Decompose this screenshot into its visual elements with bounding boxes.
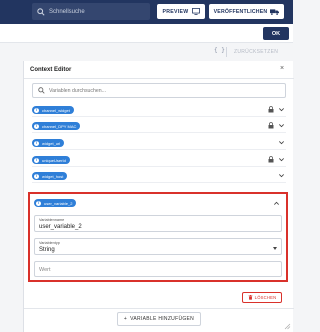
quick-search-input[interactable]: Schnellsuche: [32, 3, 150, 20]
top-navigation-bar: Schnellsuche PREVIEW VERÖFFENTLICHEN: [0, 0, 293, 24]
variable-name: uniqueUserId: [42, 157, 66, 163]
panel-header: Context Editor ×: [24, 61, 294, 79]
lock-icon: [268, 106, 274, 113]
text-type-icon: T: [34, 123, 39, 129]
monitor-icon: [191, 8, 200, 15]
text-type-icon: T: [34, 107, 39, 113]
preview-button[interactable]: PREVIEW: [157, 4, 205, 19]
text-type-icon: T: [34, 157, 39, 163]
delete-button[interactable]: LÖSCHEN: [242, 292, 282, 303]
variable-type-select[interactable]: Variablentyp String: [34, 238, 282, 255]
variable-chip: Twidget_url: [32, 139, 65, 147]
lock-icon: [268, 122, 274, 129]
variable-type-value: String: [39, 247, 55, 253]
variable-value-field[interactable]: Wert: [34, 261, 282, 277]
variable-name: channel_widget: [42, 107, 70, 113]
variable-chip: TuniqueUserId: [32, 156, 70, 164]
variable-search-input[interactable]: Variablen durchsuchen...: [32, 83, 286, 98]
add-variable-label: VARIABLE HINZUFÜGEN: [130, 316, 195, 322]
editor-toolbar: { } ZURÜCKSETZEN: [0, 43, 293, 61]
chevron-up-icon[interactable]: [273, 200, 280, 207]
variable-row[interactable]: TuniqueUserId: [32, 153, 286, 167]
confirm-bar: OK: [0, 24, 293, 43]
chevron-down-icon[interactable]: [278, 172, 285, 179]
variable-chip: Tchannel_widget: [32, 106, 74, 114]
variable-chip: Twidget_host: [32, 172, 68, 180]
text-type-icon: T: [34, 140, 39, 146]
close-icon[interactable]: ×: [280, 65, 284, 72]
publish-button[interactable]: VERÖFFENTLICHEN: [209, 4, 284, 19]
panel-divider: [24, 308, 294, 309]
quick-search-placeholder: Schnellsuche: [49, 8, 85, 15]
search-icon: [38, 87, 45, 94]
selected-variable-editor: Tuser_variable_2 Variablenname user_vari…: [28, 192, 288, 282]
chevron-down-icon[interactable]: [278, 122, 285, 129]
variable-name-value: user_variable_2: [39, 224, 82, 230]
preview-label: PREVIEW: [162, 8, 189, 15]
variable-row[interactable]: Tchannel_widget: [32, 103, 286, 117]
toolbar-divider: [226, 47, 227, 57]
plus-icon: +: [123, 316, 128, 322]
chevron-down-icon[interactable]: [278, 106, 285, 113]
variable-row[interactable]: Tchannel_DPY MAC: [32, 119, 286, 133]
variable-value-placeholder: Wert: [39, 267, 51, 273]
add-variable-button[interactable]: + VARIABLE HINZUFÜGEN: [117, 312, 201, 326]
resize-handle-icon[interactable]: [283, 322, 291, 330]
truck-icon: [270, 8, 280, 15]
text-type-icon: T: [36, 200, 41, 206]
variable-name: widget_url: [42, 140, 61, 146]
variable-name: user_variable_2: [44, 200, 73, 206]
chevron-down-icon[interactable]: [278, 139, 285, 146]
text-type-icon: T: [34, 173, 39, 179]
lock-icon: [268, 156, 274, 163]
variable-row[interactable]: Twidget_host: [32, 169, 286, 183]
variable-name: channel_DPY MAC: [42, 123, 77, 129]
delete-label: LÖSCHEN: [254, 295, 277, 300]
variable-name: widget_host: [42, 173, 64, 179]
variable-search-placeholder: Variablen durchsuchen...: [49, 87, 107, 94]
context-editor-panel: Context Editor × Variablen durchsuchen..…: [23, 61, 294, 332]
ok-button[interactable]: OK: [263, 27, 289, 40]
variable-name-field[interactable]: Variablenname user_variable_2: [34, 215, 282, 232]
variable-chip: Tuser_variable_2: [34, 199, 77, 207]
variable-name-label: Variablenname: [39, 218, 65, 222]
variable-chip: Tchannel_DPY MAC: [32, 122, 81, 130]
chevron-down-icon[interactable]: [278, 156, 285, 163]
braces-icon[interactable]: { }: [214, 47, 225, 54]
variable-row[interactable]: Twidget_url: [32, 136, 286, 150]
search-icon: [37, 7, 45, 16]
publish-label: VERÖFFENTLICHEN: [213, 8, 268, 15]
dropdown-arrow-icon: [273, 247, 277, 250]
panel-title: Context Editor: [30, 67, 72, 73]
trash-icon: [248, 295, 253, 300]
reset-button[interactable]: ZURÜCKSETZEN: [234, 49, 278, 55]
variable-type-label: Variablentyp: [39, 241, 60, 245]
